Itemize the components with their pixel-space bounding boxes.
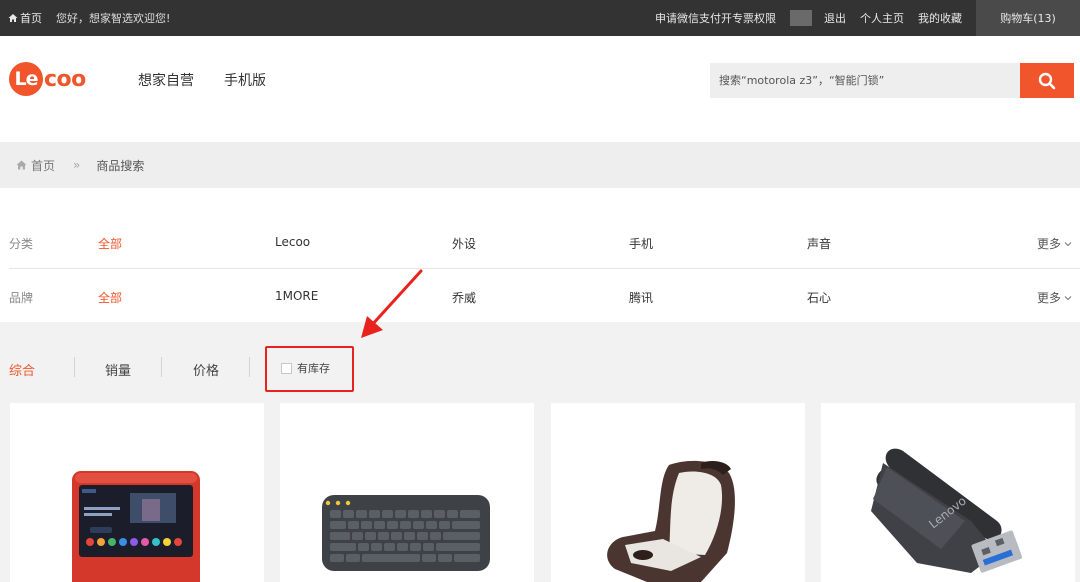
chevron-down-icon: [1064, 295, 1072, 300]
brand-filter-row: 品牌 全部 1MORE 乔威 腾讯 石心 更多: [9, 269, 1080, 323]
breadcrumb: 首页 » 商品搜索: [0, 142, 1080, 188]
logo-text: coo: [44, 66, 86, 92]
logo-circle: Le: [9, 62, 43, 96]
filter-panel: 分类 全部 Lecoo 外设 手机 声音 更多 品牌 全部 1MORE 乔威 腾…: [0, 188, 1080, 322]
usb-drive-image: Lenovo: [871, 448, 1023, 573]
product-card[interactable]: [10, 403, 264, 582]
massage-chair-image: [607, 460, 735, 582]
top-home-label: 首页: [20, 12, 42, 25]
breadcrumb-separator: »: [73, 158, 81, 172]
favorites-link[interactable]: 我的收藏: [918, 10, 962, 26]
product-card[interactable]: [280, 403, 534, 582]
logo[interactable]: Le coo: [9, 62, 86, 96]
brand-option-shixin[interactable]: 石心: [807, 289, 831, 306]
brand-option-tencent[interactable]: 腾讯: [629, 289, 653, 306]
profile-link[interactable]: 个人主页: [860, 10, 904, 26]
sort-divider: [249, 357, 250, 377]
main-nav: 想家自营 手机版: [138, 70, 266, 90]
brand-label: 品牌: [9, 291, 34, 305]
category-option-lecoo[interactable]: Lecoo: [275, 235, 310, 249]
sort-price[interactable]: 价格: [193, 360, 219, 379]
brand-option-all[interactable]: 全部: [98, 289, 122, 306]
search-bar: [710, 63, 1074, 98]
breadcrumb-current: 商品搜索: [96, 158, 145, 173]
sort-divider: [161, 357, 162, 377]
chevron-down-icon: [1064, 241, 1072, 246]
category-more-label: 更多: [1036, 237, 1061, 251]
category-option-all[interactable]: 全部: [98, 235, 122, 252]
product-card[interactable]: Lenovo: [821, 403, 1075, 582]
keyboard-image: [322, 495, 490, 571]
home-icon: [8, 14, 18, 22]
wechat-invoice-link[interactable]: 申请微信支付开专票权限: [655, 10, 776, 26]
breadcrumb-home[interactable]: 首页: [16, 157, 55, 174]
cart-button[interactable]: 购物车(13): [976, 0, 1080, 36]
category-option-phones[interactable]: 手机: [629, 235, 653, 252]
top-home-link[interactable]: 首页: [8, 10, 42, 26]
sort-divider: [74, 357, 75, 377]
nav-mobile[interactable]: 手机版: [224, 70, 266, 90]
category-option-audio[interactable]: 声音: [807, 235, 831, 252]
smart-speaker-image: [72, 471, 200, 582]
brand-option-qiaowei[interactable]: 乔威: [452, 289, 476, 306]
annotation-arrow-icon: [361, 269, 423, 338]
sort-bar: 综合 销量 价格 有库存: [0, 322, 1080, 402]
product-card[interactable]: [551, 403, 805, 582]
brand-more-button[interactable]: 更多: [1037, 289, 1072, 306]
category-filter-row: 分类 全部 Lecoo 外设 手机 声音 更多: [9, 215, 1080, 269]
brand-option-1more[interactable]: 1MORE: [275, 289, 318, 303]
annotation-highlight-box: [265, 346, 354, 392]
header: Le coo 想家自营 手机版: [0, 36, 1080, 142]
logout-link[interactable]: 退出: [824, 10, 846, 26]
home-icon: [16, 160, 27, 170]
greeting-text: 您好，想家智选欢迎您!: [56, 12, 171, 25]
sort-sales[interactable]: 销量: [105, 360, 131, 379]
search-button[interactable]: [1020, 63, 1074, 98]
avatar[interactable]: [790, 10, 812, 26]
nav-self-operated[interactable]: 想家自营: [138, 70, 194, 90]
breadcrumb-home-label: 首页: [31, 158, 56, 173]
top-bar: 首页 您好，想家智选欢迎您! 申请微信支付开专票权限 退出 个人主页 我的收藏 …: [0, 0, 1080, 36]
search-input[interactable]: [710, 63, 1020, 98]
brand-more-label: 更多: [1036, 291, 1061, 305]
search-icon: [1038, 72, 1056, 89]
sort-default[interactable]: 综合: [9, 360, 35, 379]
category-option-peripherals[interactable]: 外设: [452, 235, 476, 252]
category-label: 分类: [9, 237, 34, 251]
category-more-button[interactable]: 更多: [1037, 235, 1072, 252]
